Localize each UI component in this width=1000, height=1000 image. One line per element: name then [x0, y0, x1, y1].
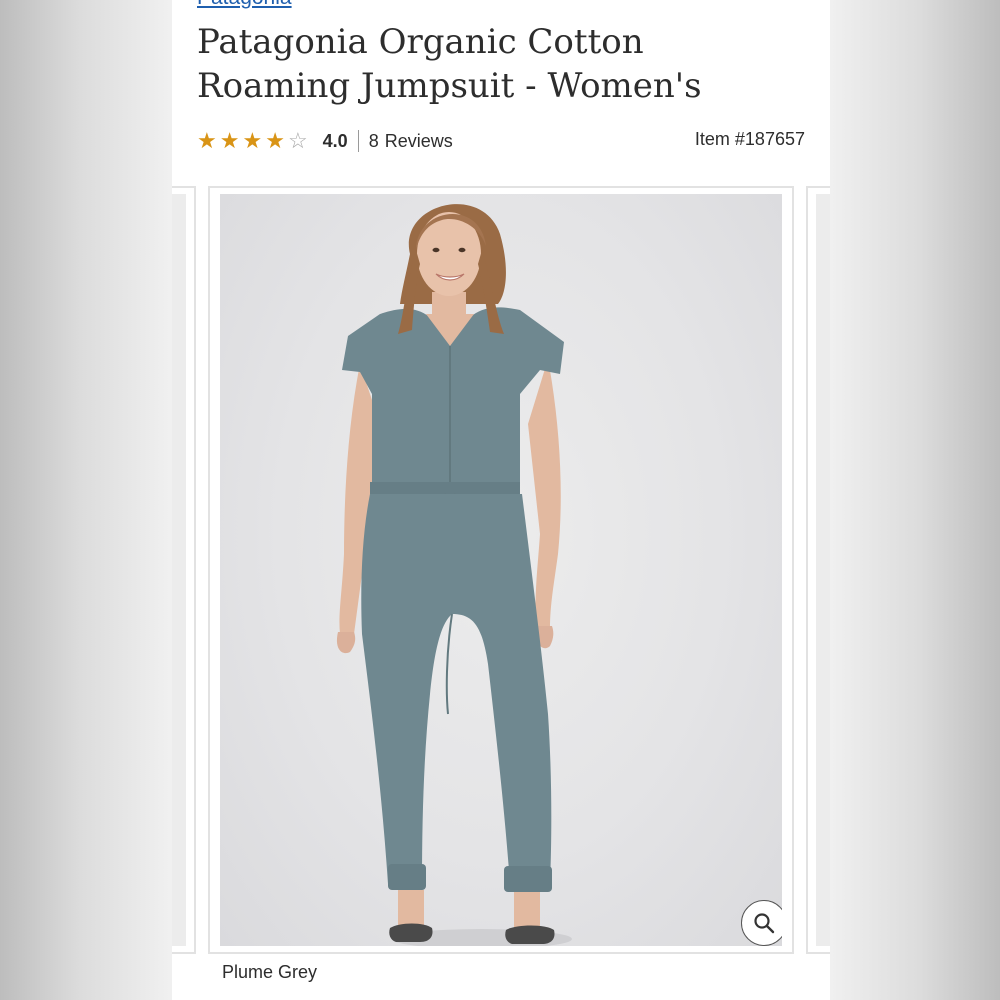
- product-photo-illustration: [336, 204, 572, 946]
- selected-color-name: Plume Grey: [222, 962, 318, 982]
- gallery-next-slide[interactable]: [806, 186, 830, 954]
- star-full-icon: ★: [219, 128, 240, 153]
- star-empty-icon: ☆: [287, 128, 308, 153]
- rating-row: ★ ★ ★ ★ ☆ 4.0 8 Reviews: [197, 126, 459, 156]
- star-full-icon: ★: [265, 128, 285, 153]
- zoom-button[interactable]: [741, 900, 782, 946]
- brand-link[interactable]: Patagonia: [197, 0, 292, 10]
- review-count: 8: [368, 130, 379, 151]
- rating-value: 4.0: [322, 130, 348, 151]
- review-label: Reviews: [384, 130, 453, 151]
- product-title: Patagonia Organic Cotton Roaming Jumpsui…: [197, 22, 702, 106]
- product-image[interactable]: [220, 194, 782, 946]
- item-number: Item #187657: [694, 129, 805, 149]
- star-full-icon: ★: [197, 128, 217, 153]
- product-page: Patagonia Patagonia Organic Cotton Roami…: [172, 0, 830, 1000]
- gallery-main-slide[interactable]: [208, 186, 794, 954]
- divider: [357, 130, 359, 152]
- magnifier-icon: [754, 913, 775, 934]
- star-rating: ★ ★ ★ ★ ☆: [197, 130, 311, 152]
- reviews-link[interactable]: 8 Reviews: [369, 131, 459, 152]
- star-full-icon: ★: [242, 128, 263, 153]
- gallery-prev-slide[interactable]: [172, 186, 196, 954]
